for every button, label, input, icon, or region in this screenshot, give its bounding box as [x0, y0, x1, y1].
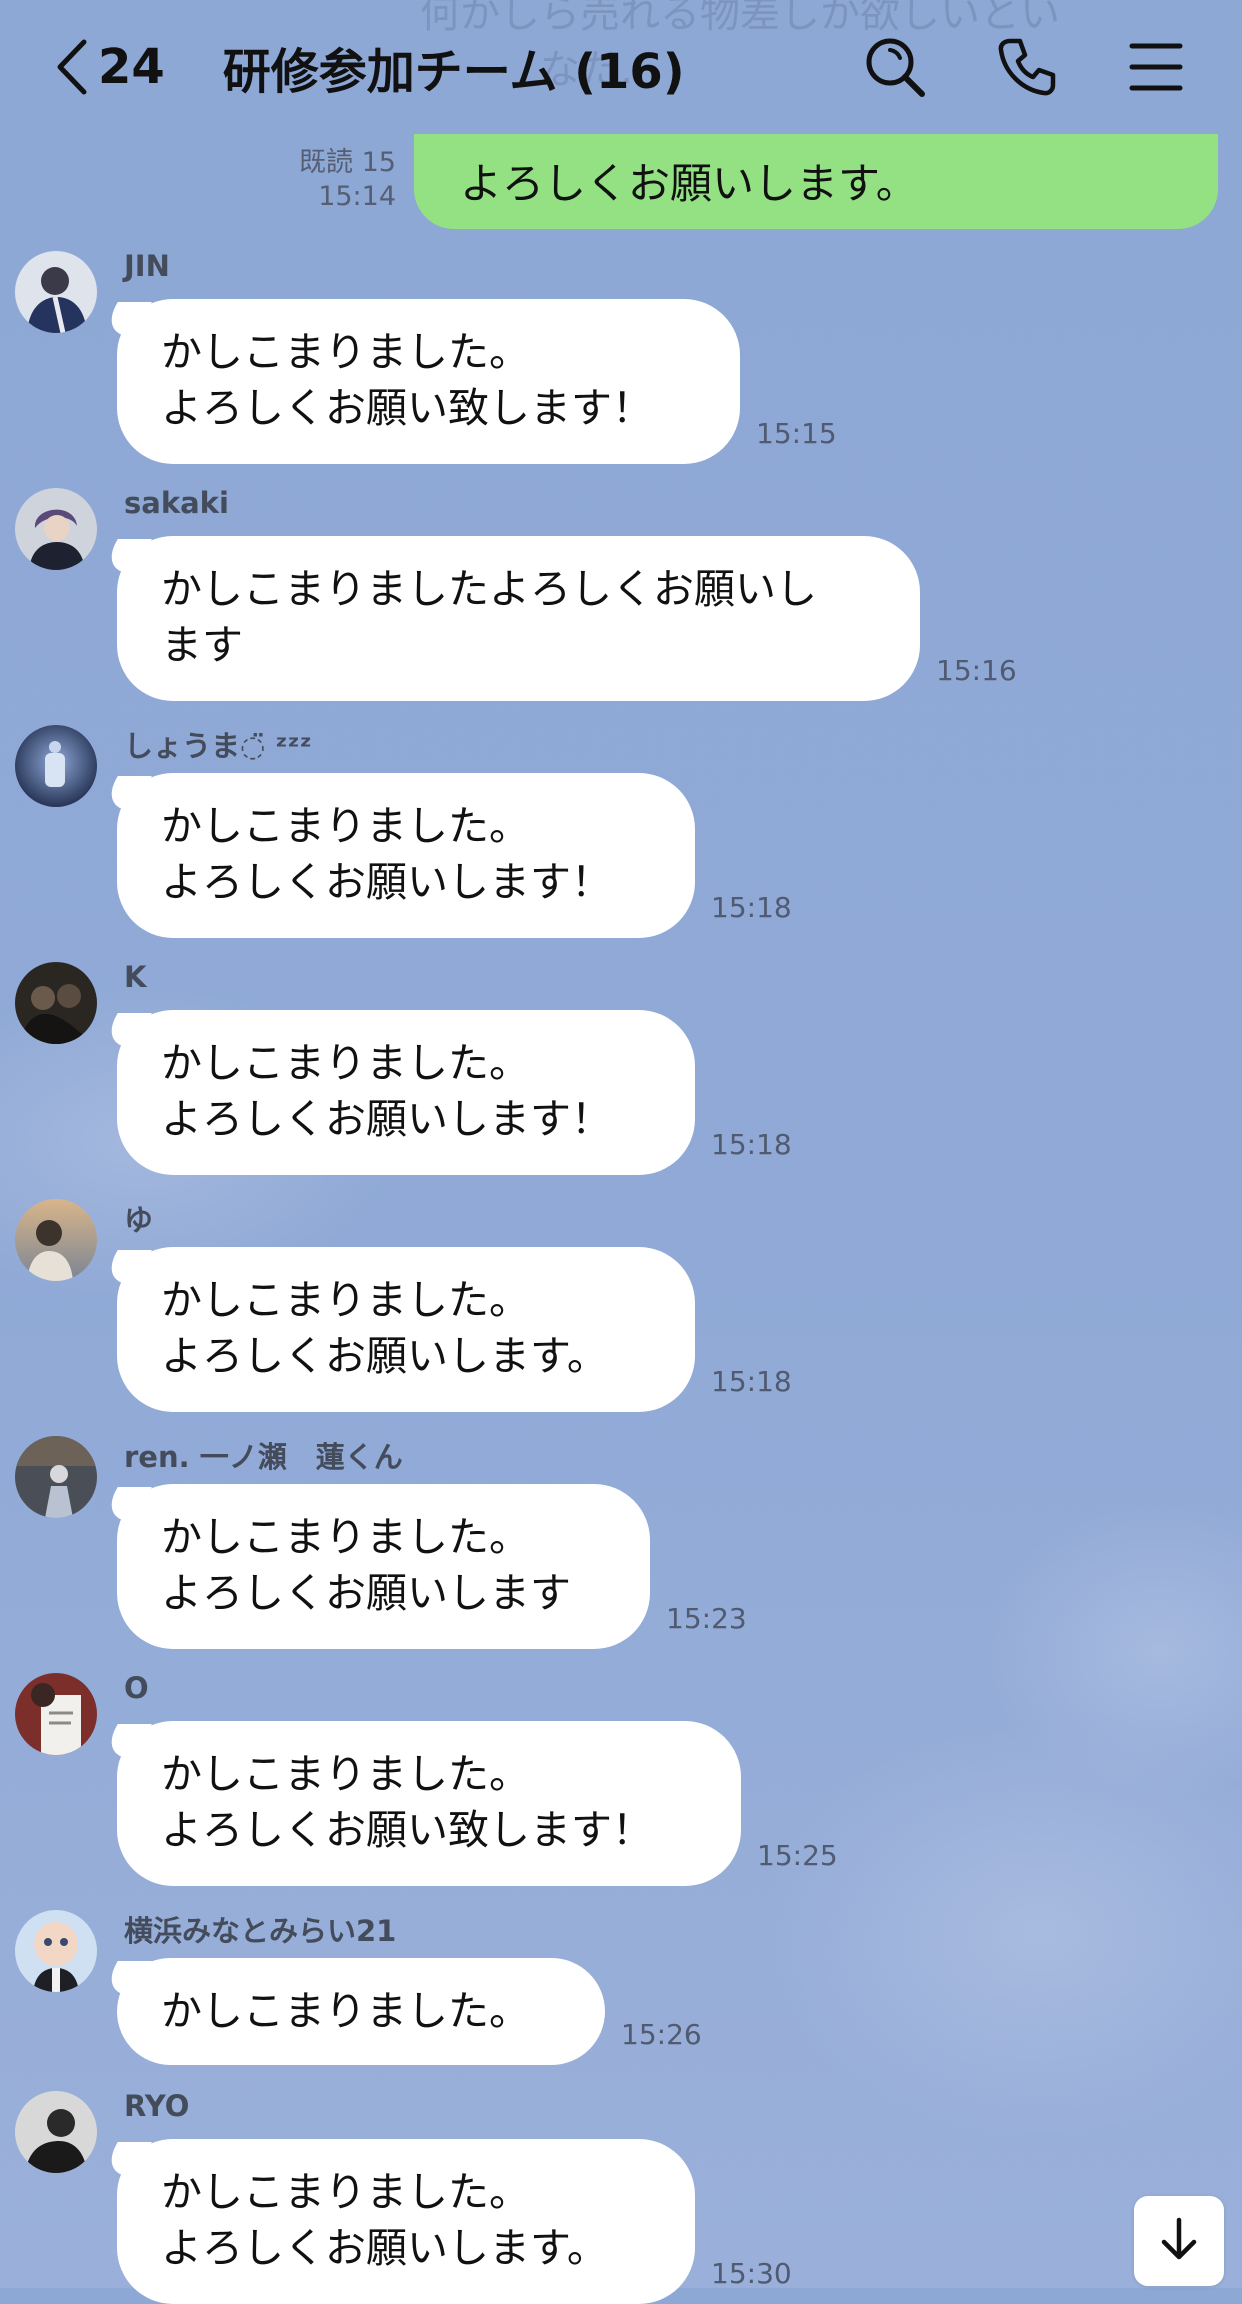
message-text-line: かしこまりました。 [161, 2168, 530, 2216]
search-icon[interactable] [864, 36, 926, 102]
message-text-line: よろしくお願いします。 [161, 2224, 608, 2272]
message-time: 15:18 [711, 1365, 792, 1398]
unread-count: 24 [98, 39, 165, 95]
sender-name: 横浜みなとみらい21 [124, 1914, 397, 1948]
message-text-line: かしこまりました。 [161, 1039, 530, 1087]
sender-name: O [124, 1671, 149, 1705]
sender-name: ゆ [124, 1203, 154, 1237]
avatar[interactable] [15, 1436, 97, 1518]
message-time: 15:25 [757, 1839, 838, 1872]
message-text-line: よろしくお願いします [161, 1569, 571, 1617]
message-text-line: よろしくお願い致します！ [161, 384, 653, 432]
message-bubble[interactable]: かしこまりましたよろしくお願いし ます [117, 536, 920, 701]
avatar[interactable] [15, 2091, 97, 2173]
back-button[interactable]: 24 [54, 38, 165, 96]
message-bubble[interactable]: かしこまりました。 よろしくお願いします [117, 1484, 650, 1649]
message-time: 15:26 [621, 2018, 702, 2051]
message-text-line: よろしくお願いします！ [161, 858, 612, 906]
message-time: 15:14 [318, 181, 396, 212]
message-text-line: よろしくお願いします！ [161, 1095, 612, 1143]
message-time: 15:16 [936, 654, 1017, 687]
sender-name: JIN [124, 249, 170, 283]
message-text-line: かしこまりました。 [161, 328, 530, 376]
read-receipt: 既読 15 [299, 147, 396, 178]
sender-name: しょうま◌̈ ᶻᶻᶻ [124, 729, 312, 763]
message-time: 15:23 [666, 1602, 747, 1635]
arrow-down-icon [1154, 2214, 1204, 2268]
chat-title: 研修参加チーム (16) [222, 44, 685, 100]
message-time: 15:18 [711, 891, 792, 924]
scroll-to-bottom-button[interactable] [1134, 2196, 1224, 2286]
avatar[interactable] [15, 488, 97, 570]
my-message-meta: 既読 15 15:14 [299, 146, 396, 214]
message-time: 15:15 [756, 417, 837, 450]
sender-name: ren. 一ノ瀬 蓮くん [124, 1440, 403, 1474]
message-text-line: かしこまりましたよろしくお願いし [161, 565, 817, 613]
avatar[interactable] [15, 1910, 97, 1992]
avatar[interactable] [15, 725, 97, 807]
message-text-line: かしこまりました。 [161, 802, 530, 850]
avatar[interactable] [15, 962, 97, 1044]
message-bubble[interactable]: かしこまりました。 よろしくお願いします！ [117, 773, 695, 938]
message-text-line: かしこまりました。 [161, 1987, 530, 2035]
message-bubble[interactable]: かしこまりました。 よろしくお願い致します！ [117, 299, 740, 464]
phone-icon[interactable] [996, 36, 1058, 102]
sender-name: RYO [124, 2089, 190, 2123]
message-bubble[interactable]: かしこまりました。 よろしくお願いします。 [117, 1247, 695, 1412]
chat-header: 24 研修参加チーム (16) [0, 0, 1242, 134]
my-message-bubble[interactable]: よろしくお願いします。 [414, 134, 1218, 229]
message-bubble[interactable]: かしこまりました。 よろしくお願いします！ [117, 1010, 695, 1175]
message-text-line: よろしくお願い致します！ [161, 1806, 653, 1854]
message-text-line: かしこまりました。 [161, 1750, 530, 1798]
sender-name: sakaki [124, 486, 229, 520]
message-text: よろしくお願いします。 [460, 159, 918, 208]
message-text-line: かしこまりました。 [161, 1513, 530, 1561]
message-text-line: よろしくお願いします。 [161, 1332, 608, 1380]
avatar[interactable] [15, 1199, 97, 1281]
sender-name: K [124, 960, 147, 994]
message-bubble[interactable]: かしこまりました。 [117, 1958, 605, 2065]
message-time: 15:30 [711, 2257, 792, 2290]
avatar[interactable] [15, 1673, 97, 1755]
message-time: 15:18 [711, 1128, 792, 1161]
message-bubble[interactable]: かしこまりました。 よろしくお願い致します！ [117, 1721, 741, 1886]
message-text-line: かしこまりました。 [161, 1276, 530, 1324]
avatar[interactable] [15, 251, 97, 333]
message-text-line: ます [161, 621, 243, 669]
menu-icon[interactable] [1128, 36, 1184, 102]
chevron-left-icon [54, 38, 88, 96]
message-bubble[interactable]: かしこまりました。 よろしくお願いします。 [117, 2139, 695, 2304]
